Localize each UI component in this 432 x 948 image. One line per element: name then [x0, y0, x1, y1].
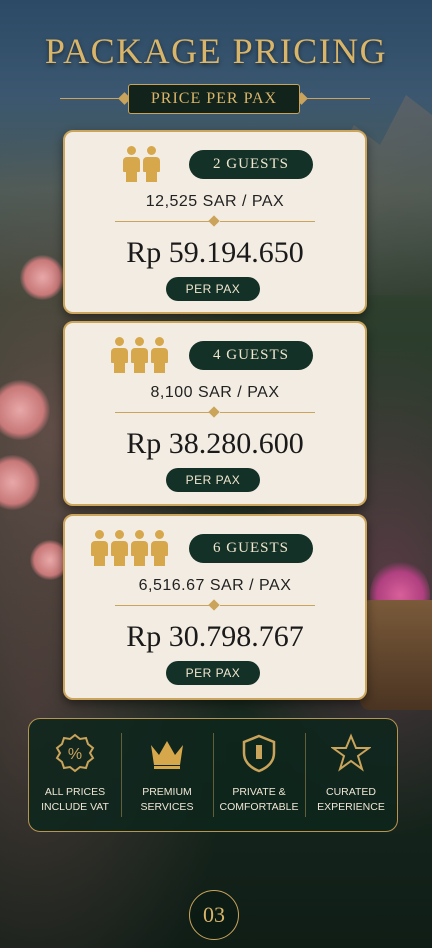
divider [220, 221, 315, 222]
subtitle-line-right [298, 98, 370, 99]
divider [115, 221, 210, 222]
divider [115, 605, 210, 606]
subtitle-badge: PRICE PER PAX [128, 84, 300, 114]
feature-label: CURATED EXPERIENCE [317, 786, 385, 813]
diamond-icon [208, 215, 220, 227]
rupiah-price: Rp 30.798.767 [126, 620, 304, 653]
rose-decoration [20, 255, 65, 300]
feature-vat: % ALL PRICES INCLUDE VAT [29, 719, 121, 831]
per-pax-badge: PER PAX [166, 661, 260, 685]
sar-price: 8,100 SAR / PAX [150, 384, 280, 401]
page-title: PACKAGE PRICING [44, 31, 388, 71]
crown-icon [151, 741, 183, 769]
feature-curated: CURATED EXPERIENCE [305, 719, 397, 831]
diamond-icon [208, 599, 220, 611]
guests-badge: 6 GUESTS [189, 534, 313, 563]
svg-text:%: % [68, 746, 82, 763]
pricing-card-4-guests: 4 GUESTS 8,100 SAR / PAX Rp 38.280.600 P… [63, 321, 367, 506]
per-pax-badge: PER PAX [166, 277, 260, 301]
pricing-card-6-guests: 6 GUESTS 6,516.67 SAR / PAX Rp 30.798.76… [63, 514, 367, 700]
shield-icon [242, 734, 276, 773]
per-pax-badge: PER PAX [166, 468, 260, 492]
feature-premium: PREMIUM SERVICES [121, 719, 213, 831]
guests-badge: 4 GUESTS [189, 341, 313, 370]
guests-badge: 2 GUESTS [189, 150, 313, 179]
people-icon [123, 146, 160, 182]
divider [220, 412, 315, 413]
feature-label: ALL PRICES INCLUDE VAT [41, 786, 109, 813]
basket-decoration [360, 600, 432, 710]
star-icon [331, 733, 371, 772]
people-icon [111, 337, 168, 373]
percent-badge-icon: % [55, 733, 95, 773]
rupiah-price: Rp 59.194.650 [126, 236, 304, 269]
diamond-icon [208, 406, 220, 418]
features-panel: % ALL PRICES INCLUDE VAT PREMIUM SERVICES … [28, 718, 398, 832]
page-number: 03 [189, 890, 239, 940]
pricing-card-2-guests: 2 GUESTS 12,525 SAR / PAX Rp 59.194.650 … [63, 130, 367, 314]
feature-label: PRIVATE & COMFORTABLE [219, 786, 299, 813]
divider [115, 412, 210, 413]
feature-private: PRIVATE & COMFORTABLE [213, 719, 305, 831]
feature-label: PREMIUM SERVICES [140, 786, 194, 813]
divider [220, 605, 315, 606]
rupiah-price: Rp 38.280.600 [126, 427, 304, 460]
sar-price: 6,516.67 SAR / PAX [138, 577, 292, 594]
sar-price: 12,525 SAR / PAX [145, 193, 285, 210]
people-icon [91, 530, 168, 566]
